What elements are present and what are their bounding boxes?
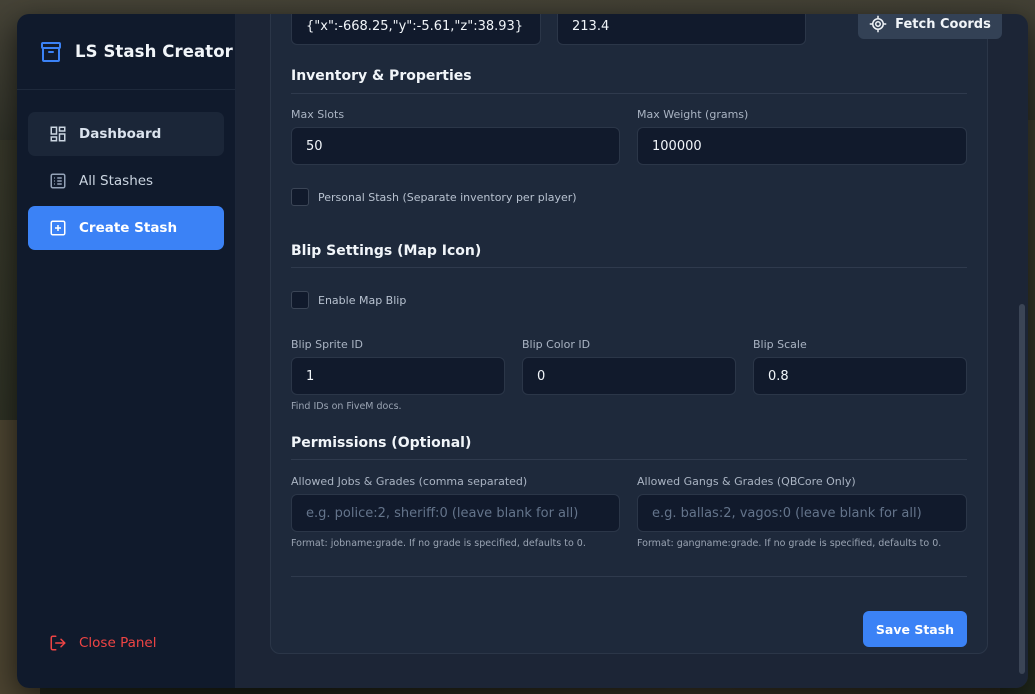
blip-color-value: 0 bbox=[537, 368, 546, 384]
allowed-jobs-input[interactable] bbox=[291, 494, 620, 532]
archive-box-icon bbox=[39, 40, 63, 64]
close-panel-button[interactable]: Close Panel bbox=[49, 634, 157, 652]
create-stash-form: {"x":-668.25,"y":-5.61,"z":38.93} 213.4 … bbox=[270, 14, 1002, 654]
sidebar-item-dashboard[interactable]: Dashboard bbox=[28, 112, 224, 156]
section-divider bbox=[291, 267, 967, 268]
max-weight-value: 100000 bbox=[652, 138, 702, 154]
max-slots-value: 50 bbox=[306, 138, 323, 154]
section-divider bbox=[291, 459, 967, 460]
inventory-section-title: Inventory & Properties bbox=[291, 68, 472, 84]
personal-stash-label: Personal Stash (Separate inventory per p… bbox=[318, 191, 577, 204]
blip-sprite-label: Blip Sprite ID bbox=[291, 338, 363, 351]
sidebar-item-label: Create Stash bbox=[79, 220, 178, 236]
plus-square-icon bbox=[49, 219, 67, 237]
allowed-gangs-hint: Format: gangname:grade. If no grade is s… bbox=[637, 538, 942, 549]
max-weight-input[interactable]: 100000 bbox=[637, 127, 967, 165]
scrollbar-thumb[interactable] bbox=[1019, 304, 1025, 674]
coords-field[interactable]: {"x":-668.25,"y":-5.61,"z":38.93} bbox=[291, 14, 541, 45]
sidebar-item-create-stash[interactable]: Create Stash bbox=[28, 206, 224, 250]
section-divider bbox=[291, 93, 967, 94]
app-title: LS Stash Creator bbox=[75, 42, 233, 61]
allowed-gangs-input[interactable] bbox=[637, 494, 967, 532]
max-weight-label: Max Weight (grams) bbox=[637, 108, 749, 121]
blip-color-label: Blip Color ID bbox=[522, 338, 591, 351]
fetch-coords-button[interactable]: Fetch Coords bbox=[858, 14, 1002, 39]
scrollbar[interactable] bbox=[1016, 14, 1028, 688]
sidebar: LS Stash Creator Dashboard All Stashes C… bbox=[17, 14, 236, 688]
sidebar-item-label: All Stashes bbox=[79, 173, 154, 189]
dashboard-icon bbox=[49, 125, 67, 143]
crosshair-icon bbox=[869, 15, 887, 33]
blip-sprite-input[interactable]: 1 bbox=[291, 357, 505, 395]
sidebar-item-label: Dashboard bbox=[79, 126, 162, 142]
blip-scale-value: 0.8 bbox=[768, 368, 789, 384]
blip-color-input[interactable]: 0 bbox=[522, 357, 736, 395]
save-stash-button[interactable]: Save Stash bbox=[863, 611, 967, 647]
heading-field[interactable]: 213.4 bbox=[557, 14, 806, 45]
close-panel-label: Close Panel bbox=[79, 635, 157, 651]
footer-divider bbox=[291, 576, 967, 577]
permissions-section-title: Permissions (Optional) bbox=[291, 435, 472, 451]
blip-sprite-hint: Find IDs on FiveM docs. bbox=[291, 401, 402, 412]
fetch-coords-label: Fetch Coords bbox=[895, 16, 991, 32]
enable-blip-checkbox[interactable] bbox=[291, 291, 309, 309]
allowed-jobs-label: Allowed Jobs & Grades (comma separated) bbox=[291, 475, 528, 488]
stash-creator-window: LS Stash Creator Dashboard All Stashes C… bbox=[17, 14, 1028, 688]
blip-section-title: Blip Settings (Map Icon) bbox=[291, 243, 482, 259]
enable-blip-label: Enable Map Blip bbox=[318, 294, 407, 307]
brand-header: LS Stash Creator bbox=[17, 14, 235, 90]
coords-value: {"x":-668.25,"y":-5.61,"z":38.93} bbox=[306, 18, 524, 34]
blip-scale-input[interactable]: 0.8 bbox=[753, 357, 967, 395]
list-icon bbox=[49, 172, 67, 190]
main-content: {"x":-668.25,"y":-5.61,"z":38.93} 213.4 … bbox=[236, 14, 1028, 688]
blip-sprite-value: 1 bbox=[306, 368, 315, 384]
heading-value: 213.4 bbox=[572, 18, 610, 34]
blip-scale-label: Blip Scale bbox=[753, 338, 807, 351]
logout-icon bbox=[49, 634, 67, 652]
sidebar-nav: Dashboard All Stashes Create Stash bbox=[17, 90, 235, 250]
personal-stash-checkbox[interactable] bbox=[291, 188, 309, 206]
max-slots-input[interactable]: 50 bbox=[291, 127, 620, 165]
sidebar-item-all-stashes[interactable]: All Stashes bbox=[28, 159, 224, 203]
allowed-gangs-label: Allowed Gangs & Grades (QBCore Only) bbox=[637, 475, 856, 488]
allowed-jobs-hint: Format: jobname:grade. If no grade is sp… bbox=[291, 538, 586, 549]
max-slots-label: Max Slots bbox=[291, 108, 345, 121]
